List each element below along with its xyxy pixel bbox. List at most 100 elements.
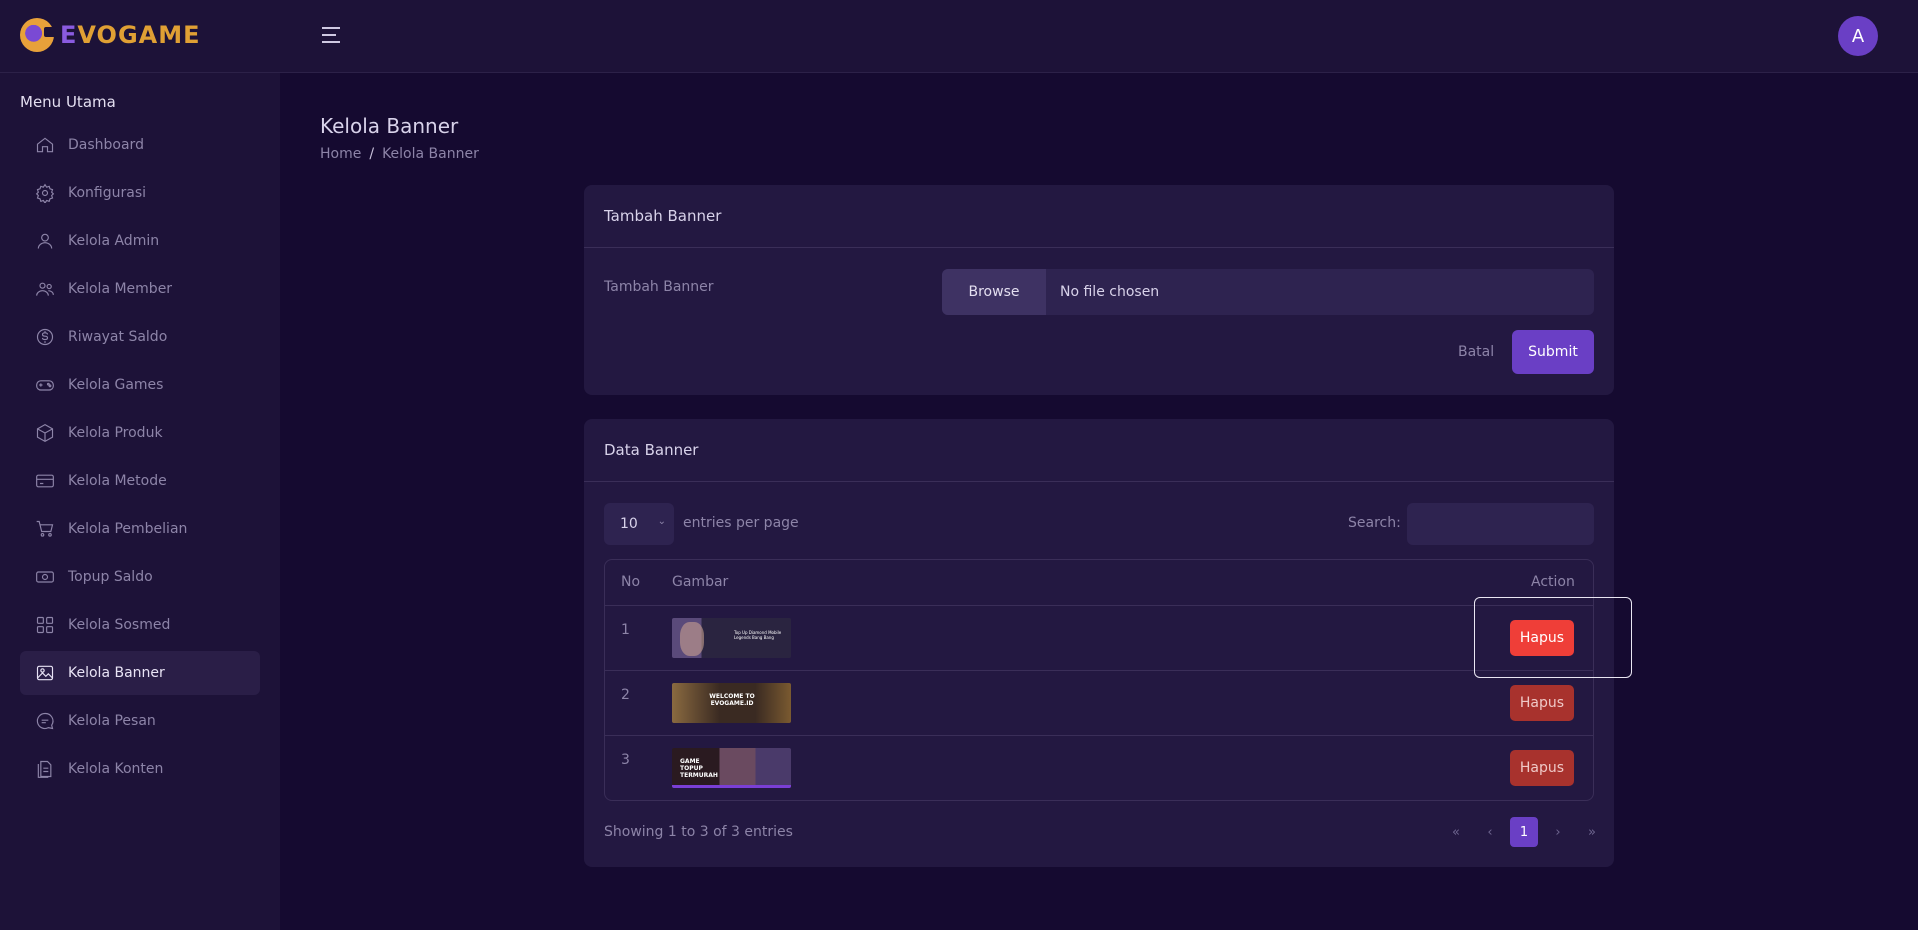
sidebar-item-konfigurasi[interactable]: Konfigurasi xyxy=(20,171,260,215)
table-row: 1 Top Up Diamond Mobile Legends Bang Ban… xyxy=(605,606,1593,671)
logo-text-rest: VOGAME xyxy=(77,21,201,49)
breadcrumb-separator: / xyxy=(369,146,375,162)
file-input[interactable]: Browse No file chosen xyxy=(942,269,1594,315)
sidebar-item-label: Kelola Games xyxy=(68,377,164,393)
home-icon xyxy=(34,134,56,156)
search-input[interactable] xyxy=(1407,503,1594,545)
sidebar-item-label: Kelola Produk xyxy=(68,425,163,441)
cart-icon xyxy=(34,518,56,540)
sidebar-item-kelola-admin[interactable]: Kelola Admin xyxy=(20,219,260,263)
entries-per-page-select[interactable]: 10 ⌄ xyxy=(604,503,674,545)
sidebar-item-dashboard[interactable]: Dashboard xyxy=(20,123,260,167)
showing-entries-text: Showing 1 to 3 of 3 entries xyxy=(604,824,793,840)
banner-thumbnail[interactable]: Top Up Diamond Mobile Legends Bang Bang xyxy=(672,618,791,658)
sidebar-item-kelola-pembelian[interactable]: Kelola Pembelian xyxy=(20,507,260,551)
document-icon xyxy=(34,758,56,780)
sidebar-item-label: Dashboard xyxy=(68,137,144,153)
pagination-next[interactable]: › xyxy=(1544,817,1572,847)
sidebar-menu: Dashboard Konfigurasi Kelola Admin Kelol… xyxy=(20,123,260,795)
delete-button[interactable]: Hapus xyxy=(1510,750,1574,786)
thumbnail-caption: Top Up Diamond Mobile Legends Bang Bang xyxy=(734,630,782,640)
users-icon xyxy=(34,278,56,300)
chat-icon xyxy=(34,710,56,732)
card-icon xyxy=(34,470,56,492)
gear-icon xyxy=(34,182,56,204)
table-row: 2 WELCOME TO EVOGAME.ID Hapus xyxy=(605,671,1593,736)
breadcrumb-current: Kelola Banner xyxy=(382,146,479,162)
breadcrumb: Home / Kelola Banner xyxy=(320,146,479,162)
sidebar-item-label: Kelola Admin xyxy=(68,233,160,249)
delete-button[interactable]: Hapus xyxy=(1510,620,1574,656)
column-header-action: Action xyxy=(1531,574,1575,590)
sidebar: Menu Utama Dashboard Konfigurasi Kelola … xyxy=(0,73,280,930)
data-banner-card: Data Banner 10 ⌄ entries per page Search… xyxy=(584,419,1614,867)
card-title: Data Banner xyxy=(584,419,1614,482)
card-title: Tambah Banner xyxy=(584,185,1614,248)
logo-icon xyxy=(20,18,56,52)
chevron-down-icon: ⌄ xyxy=(657,516,666,527)
top-bar: EVOGAME A xyxy=(0,0,1918,73)
image-icon xyxy=(34,662,56,684)
submit-button[interactable]: Submit xyxy=(1512,330,1594,374)
sidebar-item-riwayat-saldo[interactable]: Riwayat Saldo xyxy=(20,315,260,359)
banner-thumbnail[interactable]: GAME TOPUP TERMURAH xyxy=(672,748,791,788)
table-row: 3 GAME TOPUP TERMURAH Hapus xyxy=(605,736,1593,800)
sidebar-item-kelola-banner[interactable]: Kelola Banner xyxy=(20,651,260,695)
banner-thumbnail[interactable]: WELCOME TO EVOGAME.ID xyxy=(672,683,791,723)
row-number: 2 xyxy=(621,687,630,703)
dollar-circle-icon xyxy=(34,326,56,348)
pagination-first[interactable]: « xyxy=(1442,817,1470,847)
money-icon xyxy=(34,566,56,588)
add-banner-card: Tambah Banner Tambah Banner Browse No fi… xyxy=(584,185,1614,395)
table-header: No Gambar Action xyxy=(605,560,1593,606)
delete-button[interactable]: Hapus xyxy=(1510,685,1574,721)
pagination-page-current[interactable]: 1 xyxy=(1510,817,1538,847)
row-number: 3 xyxy=(621,752,630,768)
column-header-image[interactable]: Gambar xyxy=(672,574,728,590)
sidebar-item-label: Kelola Metode xyxy=(68,473,167,489)
sidebar-item-label: Kelola Pesan xyxy=(68,713,156,729)
sidebar-item-label: Riwayat Saldo xyxy=(68,329,168,345)
row-number: 1 xyxy=(621,622,630,638)
file-status: No file chosen xyxy=(1060,284,1160,300)
user-icon xyxy=(34,230,56,252)
sidebar-item-label: Topup Saldo xyxy=(68,569,153,585)
grid-icon xyxy=(34,614,56,636)
cancel-button[interactable]: Batal xyxy=(1458,344,1494,360)
pagination-last[interactable]: » xyxy=(1578,817,1606,847)
logo[interactable]: EVOGAME xyxy=(20,18,201,52)
entries-value: 10 xyxy=(620,516,638,532)
menu-title: Menu Utama xyxy=(20,93,116,111)
search-label: Search: xyxy=(1348,515,1401,531)
avatar[interactable]: A xyxy=(1838,16,1878,56)
thumbnail-caption: GAME TOPUP TERMURAH xyxy=(680,758,718,779)
column-header-no[interactable]: No xyxy=(621,574,640,590)
sidebar-item-kelola-metode[interactable]: Kelola Metode xyxy=(20,459,260,503)
sidebar-item-kelola-sosmed[interactable]: Kelola Sosmed xyxy=(20,603,260,647)
sidebar-item-topup-saldo[interactable]: Topup Saldo xyxy=(20,555,260,599)
gamepad-icon xyxy=(34,374,56,396)
field-label: Tambah Banner xyxy=(604,279,714,295)
box-icon xyxy=(34,422,56,444)
sidebar-item-label: Kelola Pembelian xyxy=(68,521,188,537)
sidebar-item-label: Kelola Konten xyxy=(68,761,164,777)
sidebar-item-label: Kelola Sosmed xyxy=(68,617,171,633)
sidebar-item-kelola-produk[interactable]: Kelola Produk xyxy=(20,411,260,455)
sidebar-item-kelola-games[interactable]: Kelola Games xyxy=(20,363,260,407)
browse-button[interactable]: Browse xyxy=(942,269,1046,315)
sidebar-item-label: Kelola Member xyxy=(68,281,173,297)
entries-label: entries per page xyxy=(683,515,799,531)
hamburger-menu-icon[interactable] xyxy=(322,27,340,45)
pagination-prev[interactable]: ‹ xyxy=(1476,817,1504,847)
logo-text-first: E xyxy=(60,21,78,49)
sidebar-item-label: Kelola Banner xyxy=(68,665,165,681)
sidebar-item-kelola-pesan[interactable]: Kelola Pesan xyxy=(20,699,260,743)
pagination: « ‹ 1 › » xyxy=(1442,817,1606,847)
breadcrumb-home[interactable]: Home xyxy=(320,146,361,162)
page-title: Kelola Banner xyxy=(320,114,459,138)
sidebar-item-kelola-konten[interactable]: Kelola Konten xyxy=(20,747,260,791)
sidebar-item-label: Konfigurasi xyxy=(68,185,147,201)
sidebar-item-kelola-member[interactable]: Kelola Member xyxy=(20,267,260,311)
thumbnail-caption: WELCOME TO EVOGAME.ID xyxy=(709,693,755,707)
banner-table: No Gambar Action 1 Top Up Diamond Mobile… xyxy=(604,559,1594,801)
